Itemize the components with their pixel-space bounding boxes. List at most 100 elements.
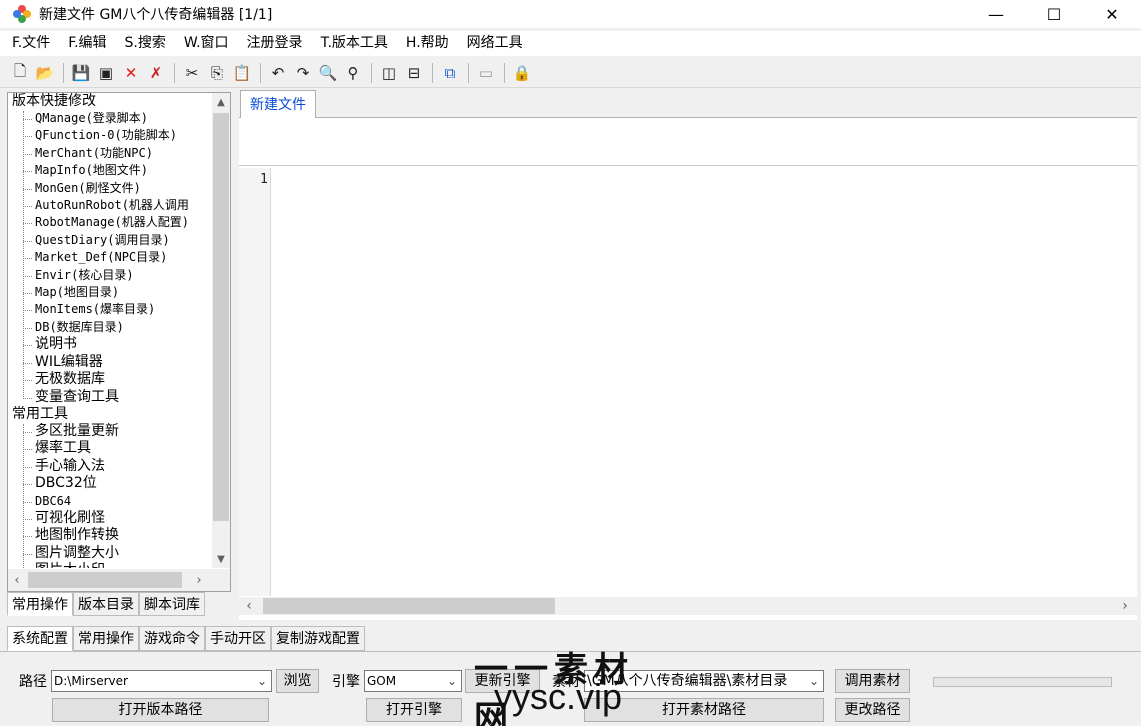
toolbar: 🗋 📂 💾 ▣ ✕ ✗ ✂ ⎘ 📋 ↶ ↷ 🔍 ⚲ ◫ ⊟ ⧉ ▭ 🔒 [0,59,1141,88]
menu-register-login[interactable]: 注册登录 [238,31,312,56]
chevron-down-icon[interactable]: ⌄ [805,671,823,691]
new-file-icon[interactable]: 🗋 [8,61,32,85]
scroll-right-icon[interactable]: › [190,569,208,591]
engine-label: 引擎 [332,674,360,690]
tree-item[interactable]: 可视化刷怪 [8,510,213,527]
engine-combobox[interactable]: GOM ⌄ [364,670,462,692]
tree-item[interactable]: Map(地图目录) [8,284,213,301]
copy-icon[interactable]: ⎘ [205,61,229,85]
scroll-left-icon[interactable]: ‹ [8,569,26,591]
engine-value: GOM [367,674,397,688]
find-replace-icon[interactable]: ⚲ [341,61,365,85]
tree-item[interactable]: DB(数据库目录) [8,319,213,336]
menu-window[interactable]: W.窗口 [175,31,238,56]
tree-vertical-scroll-thumb[interactable] [213,113,229,521]
maximize-button[interactable]: ☐ [1025,0,1083,28]
tree-group-header[interactable]: 常用工具 [8,406,213,423]
tree-item[interactable]: QuestDiary(调用目录) [8,232,213,249]
tab-version-directory[interactable]: 版本目录 [73,592,139,616]
tab-common-operations[interactable]: 常用操作 [7,592,73,616]
tree-item[interactable]: DBC64 [8,493,213,510]
tree-group-header[interactable]: 版本快捷修改 [8,93,213,110]
tree-item[interactable]: 无极数据库 [8,371,213,388]
tab-manual-server-open[interactable]: 手动开区 [205,626,271,651]
close-window-button[interactable]: ✕ [1083,0,1141,28]
tab-system-config[interactable]: 系统配置 [7,626,73,651]
window-title: 新建文件 GM八个八传奇编辑器 [1/1] [39,7,273,23]
editor-area: 新建文件 1 ‹ › [239,90,1137,620]
editor-horizontal-scroll-thumb[interactable] [263,598,555,614]
path-label: 路径 [19,674,47,690]
split-horizontal-icon[interactable]: ⊟ [402,61,426,85]
undo-icon[interactable]: ↶ [266,61,290,85]
tab-new-file[interactable]: 新建文件 [240,90,316,119]
menu-edit[interactable]: F.编辑 [59,31,115,56]
redo-icon[interactable]: ↷ [291,61,315,85]
menu-network-tools[interactable]: 网络工具 [458,31,532,56]
paste-icon[interactable]: 📋 [230,61,254,85]
menu-search[interactable]: S.搜索 [116,31,175,56]
tree-item[interactable]: 图片调整大小 [8,545,213,562]
call-material-button[interactable]: 调用素材 [835,669,910,693]
save-all-icon[interactable]: ▣ [94,61,118,85]
tab-copy-game-config[interactable]: 复制游戏配置 [271,626,365,651]
path-combobox[interactable]: D:\Mirserver ⌄ [51,670,272,692]
menu-version-tools[interactable]: T.版本工具 [312,31,397,56]
tree-view-icon[interactable]: ⧉ [438,61,462,85]
editor-scroll-left-icon[interactable]: ‹ [239,597,259,615]
editor-header-area [239,118,1137,166]
tree-item[interactable]: 变量查询工具 [8,389,213,406]
editor-horizontal-scrollbar[interactable]: ‹ › [239,597,1137,615]
toolbar-separator [468,63,469,83]
toolbar-separator [432,63,433,83]
tree-vertical-scrollbar[interactable]: ▲ ▼ [212,93,230,568]
find-icon[interactable]: 🔍 [316,61,340,85]
tree-item[interactable]: 地图制作转换 [8,527,213,544]
tree-item[interactable]: 手心输入法 [8,458,213,475]
chevron-down-icon[interactable]: ⌄ [253,671,271,691]
editor-scroll-right-icon[interactable]: › [1115,597,1135,615]
tree-item[interactable]: MonItems(爆率目录) [8,301,213,318]
chevron-down-icon[interactable]: ⌄ [443,671,461,691]
open-engine-button[interactable]: 打开引擎 [366,698,462,722]
tree-item[interactable]: Envir(核心目录) [8,267,213,284]
tree-item[interactable]: MonGen(刷怪文件) [8,180,213,197]
path-value: D:\Mirserver [54,674,128,688]
tree-item[interactable]: Market_Def(NPC目录) [8,249,213,266]
scroll-down-icon[interactable]: ▼ [212,550,230,568]
lock-icon[interactable]: 🔒 [510,61,534,85]
tab-script-library[interactable]: 脚本词库 [139,592,205,616]
tree-item[interactable]: QManage(登录脚本) [8,110,213,127]
open-version-path-button[interactable]: 打开版本路径 [52,698,269,722]
split-vertical-icon[interactable]: ◫ [377,61,401,85]
tree-item[interactable]: 多区批量更新 [8,423,213,440]
browse-button[interactable]: 浏览 [276,669,319,693]
close-all-icon[interactable]: ✗ [144,61,168,85]
close-icon[interactable]: ✕ [119,61,143,85]
open-folder-icon[interactable]: 📂 [33,61,57,85]
tree-item[interactable]: 说明书 [8,336,213,353]
tree-item[interactable]: QFunction-0(功能脚本) [8,127,213,144]
console-icon[interactable]: ▭ [474,61,498,85]
tree-horizontal-scrollbar[interactable]: ‹ › [8,569,230,591]
tree-item[interactable]: 爆率工具 [8,440,213,457]
tree-item[interactable]: MapInfo(地图文件) [8,162,213,179]
tab-common-operations-bottom[interactable]: 常用操作 [73,626,139,651]
app-logo-icon [13,5,31,23]
save-icon[interactable]: 💾 [69,61,93,85]
tree-item[interactable]: RobotManage(机器人配置) [8,214,213,231]
cut-icon[interactable]: ✂ [180,61,204,85]
tree-item[interactable]: 图片大小印 [8,562,213,568]
tree-horizontal-scroll-thumb[interactable] [28,572,182,588]
tree-item[interactable]: AutoRunRobot(机器人调用 [8,197,213,214]
menu-help[interactable]: H.帮助 [397,31,458,56]
change-path-button[interactable]: 更改路径 [835,698,910,722]
tree-item[interactable]: MerChant(功能NPC) [8,145,213,162]
minimize-button[interactable]: — [967,0,1025,28]
tab-game-commands[interactable]: 游戏命令 [139,626,205,651]
scroll-up-icon[interactable]: ▲ [212,93,230,111]
document-tab-strip: 新建文件 [239,90,1137,119]
menu-file[interactable]: F.文件 [0,31,59,56]
tree-item[interactable]: DBC32位 [8,475,213,492]
tree-item[interactable]: WIL编辑器 [8,354,213,371]
